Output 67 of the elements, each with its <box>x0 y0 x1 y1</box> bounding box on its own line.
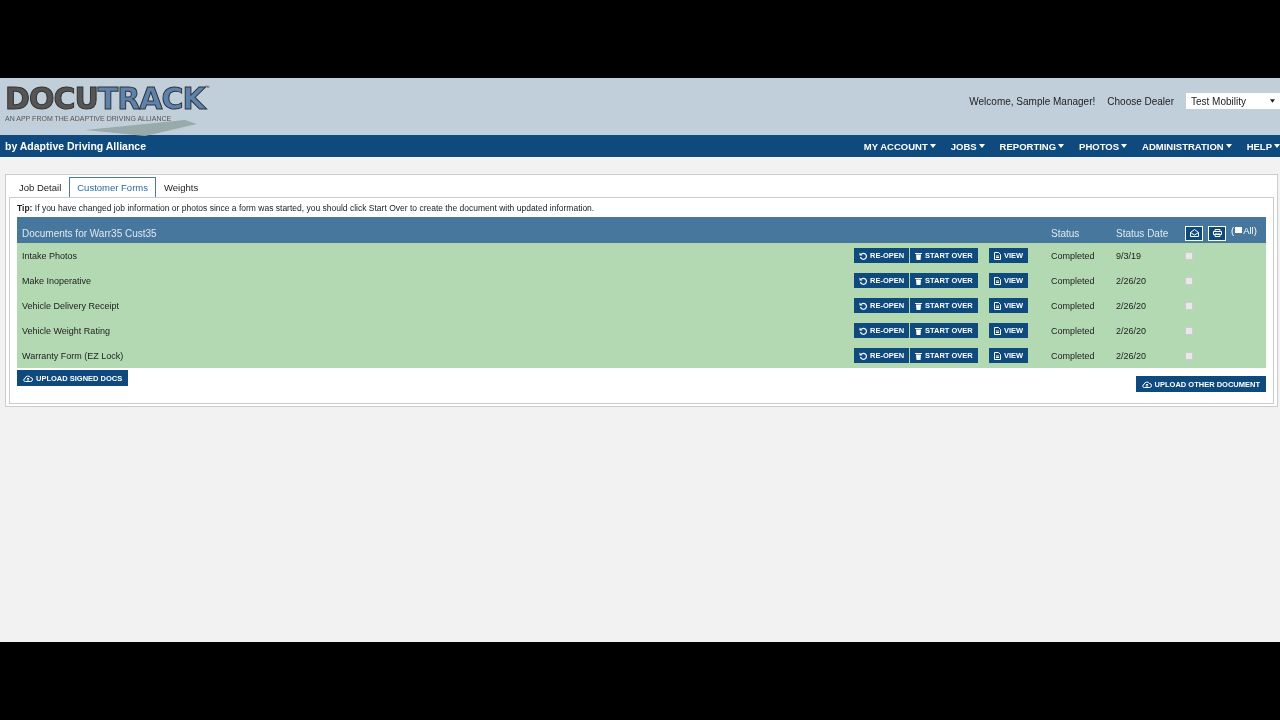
dealer-select[interactable]: Test Mobility <box>1186 93 1280 109</box>
nav-menu-item[interactable]: HELP <box>1246 140 1280 152</box>
checkbox-icon <box>1235 227 1243 233</box>
document-icon <box>994 301 1001 310</box>
row-checkbox[interactable] <box>1185 351 1193 360</box>
document-name: Vehicle Delivery Receipt <box>21 300 121 311</box>
column-header: Status <box>1051 227 1081 239</box>
undo-icon <box>859 276 867 285</box>
caret-icon <box>929 144 936 148</box>
nav-menu-item[interactable]: ADMINISTRATION <box>1142 140 1232 152</box>
document-icon <box>994 351 1001 360</box>
select-all-toggle[interactable]: ( All) <box>1231 224 1257 236</box>
print-icon <box>1212 229 1222 237</box>
welcome-text: Welcome, Sample Manager! <box>969 95 1096 107</box>
document-icon <box>994 326 1001 335</box>
status-text: Completed <box>1051 300 1096 311</box>
dealer-label: Choose Dealer <box>1107 95 1174 107</box>
document-name: Vehicle Weight Rating <box>21 325 111 336</box>
status-text: Completed <box>1051 325 1096 336</box>
status-date: 2/26/20 <box>1116 300 1148 311</box>
caret-icon <box>1225 144 1232 148</box>
envelope-icon <box>1189 229 1199 237</box>
nav-menu-item[interactable]: JOBS <box>950 140 985 152</box>
nav-menu-item[interactable]: REPORTING <box>999 140 1065 152</box>
undo-icon <box>859 251 867 260</box>
brand-text: by Adaptive Driving Alliance <box>5 140 146 152</box>
row-checkbox[interactable] <box>1185 326 1193 335</box>
nav-menu-item[interactable]: PHOTOS <box>1079 140 1128 152</box>
row-checkbox[interactable] <box>1185 276 1193 285</box>
caret-icon <box>1274 144 1280 148</box>
undo-icon <box>859 301 867 310</box>
document-name: Warranty Form (EZ Lock) <box>21 350 125 361</box>
nav-menu-item[interactable]: MY ACCOUNT <box>863 140 936 152</box>
caret-icon <box>1058 144 1065 148</box>
document-icon <box>994 251 1001 260</box>
trash-icon <box>915 251 922 260</box>
print-button[interactable] <box>1208 225 1226 241</box>
status-text: Completed <box>1051 350 1096 361</box>
document-icon <box>994 276 1001 285</box>
trash-icon <box>915 351 922 360</box>
column-header: Status Date <box>1116 227 1170 239</box>
document-name: Intake Photos <box>21 250 79 261</box>
cloud-upload-icon <box>23 374 33 382</box>
trash-icon <box>915 301 922 310</box>
tab[interactable]: Customer Forms <box>69 177 156 197</box>
status-date: 2/26/20 <box>1116 350 1148 361</box>
row-checkbox[interactable] <box>1185 301 1193 310</box>
cloud-upload-icon <box>1141 380 1152 388</box>
status-date: 2/26/20 <box>1116 275 1148 286</box>
logo-wordmark: TRACK <box>97 84 205 114</box>
trash-icon <box>915 326 922 335</box>
logo-wordmark: DOCU <box>5 84 98 114</box>
caret-icon <box>1270 99 1275 103</box>
caret-icon <box>1121 144 1128 148</box>
status-date: 9/3/19 <box>1116 250 1143 261</box>
caret-icon <box>978 144 985 148</box>
undo-icon <box>859 326 867 335</box>
tip-text: Tip: If you have changed job information or photos since a form was started, you should click Start Over to create the document with updated information. <box>17 203 596 213</box>
table-title: Documents for Warr35 Cust35 <box>21 227 158 239</box>
document-name: Make Inoperative <box>21 275 93 286</box>
row-checkbox[interactable] <box>1185 251 1193 260</box>
trash-icon <box>915 276 922 285</box>
undo-icon <box>859 351 867 360</box>
status-date: 2/26/20 <box>1116 325 1148 336</box>
status-text: Completed <box>1051 275 1096 286</box>
email-button[interactable] <box>1185 225 1203 241</box>
status-text: Completed <box>1051 250 1096 261</box>
